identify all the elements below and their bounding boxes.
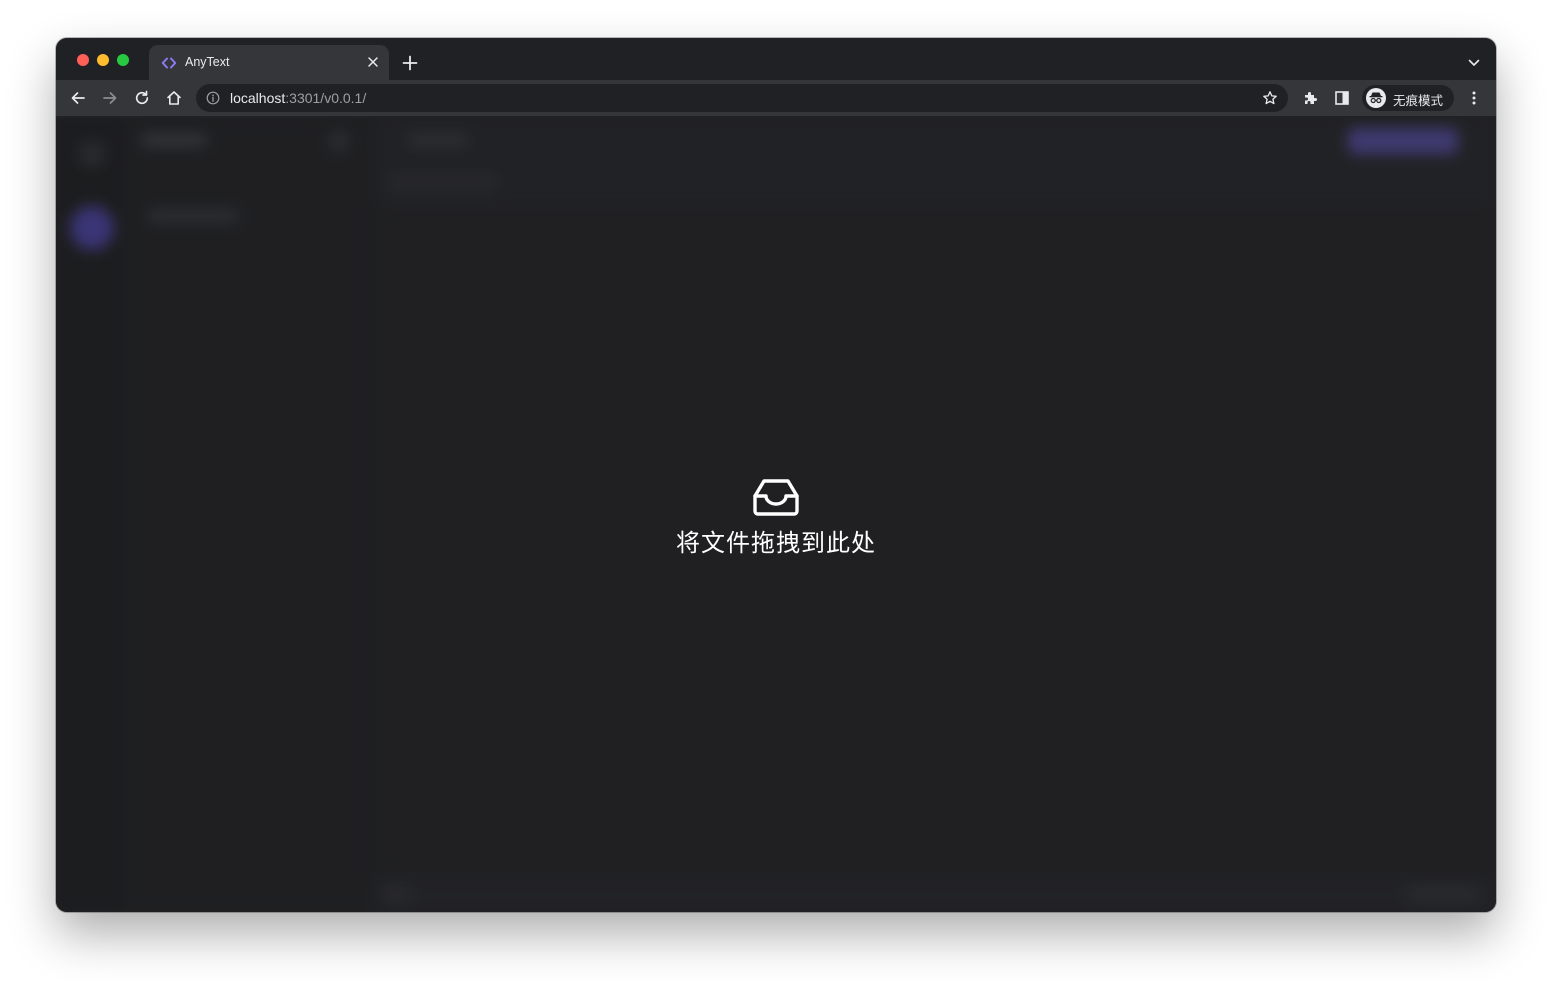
incognito-label: 无痕模式 bbox=[1393, 94, 1444, 108]
code-brackets-icon bbox=[161, 57, 177, 69]
address-host: localhost bbox=[230, 90, 286, 106]
new-tab-icon[interactable] bbox=[402, 55, 418, 71]
drop-zone-text: 将文件拖拽到此处 bbox=[676, 530, 876, 557]
tab-search-icon[interactable] bbox=[1468, 58, 1480, 68]
window-close-button[interactable] bbox=[77, 54, 89, 66]
browser-toolbar: localhost:3301/v0.0.1/ 无痕模式 bbox=[56, 80, 1496, 116]
incognito-icon bbox=[1366, 88, 1386, 108]
info-icon[interactable] bbox=[206, 91, 220, 105]
tab-anytext[interactable]: AnyText bbox=[149, 45, 389, 80]
file-drop-overlay[interactable]: 将文件拖拽到此处 bbox=[56, 118, 1496, 912]
window-minimize-button[interactable] bbox=[97, 54, 109, 66]
address-path: :3301/v0.0.1/ bbox=[285, 90, 367, 106]
back-icon[interactable] bbox=[70, 90, 86, 106]
drop-zone[interactable]: 将文件拖拽到此处 bbox=[56, 478, 1496, 558]
reload-icon[interactable] bbox=[134, 90, 150, 106]
tab-strip: AnyText bbox=[56, 38, 1496, 80]
address-url: localhost:3301/v0.0.1/ bbox=[230, 90, 366, 106]
window-maximize-button[interactable] bbox=[117, 54, 129, 66]
menu-dots-icon[interactable] bbox=[1466, 90, 1482, 106]
address-bar[interactable]: localhost:3301/v0.0.1/ bbox=[196, 84, 1288, 112]
star-icon[interactable] bbox=[1262, 90, 1278, 106]
extensions-icon[interactable] bbox=[1302, 90, 1318, 106]
tab-close-icon[interactable] bbox=[367, 56, 379, 68]
page-viewport: 将文件拖拽到此处 bbox=[56, 118, 1496, 912]
home-icon[interactable] bbox=[166, 90, 182, 106]
side-panel-icon[interactable] bbox=[1334, 90, 1350, 106]
tab-title: AnyText bbox=[185, 55, 230, 69]
incognito-profile-button[interactable]: 无痕模式 bbox=[1362, 85, 1454, 111]
browser-window: AnyText localhost:3301/v0.0.1/ 无痕模式 将文件拖… bbox=[56, 38, 1496, 912]
inbox-icon bbox=[753, 479, 799, 516]
forward-icon[interactable] bbox=[102, 90, 118, 106]
